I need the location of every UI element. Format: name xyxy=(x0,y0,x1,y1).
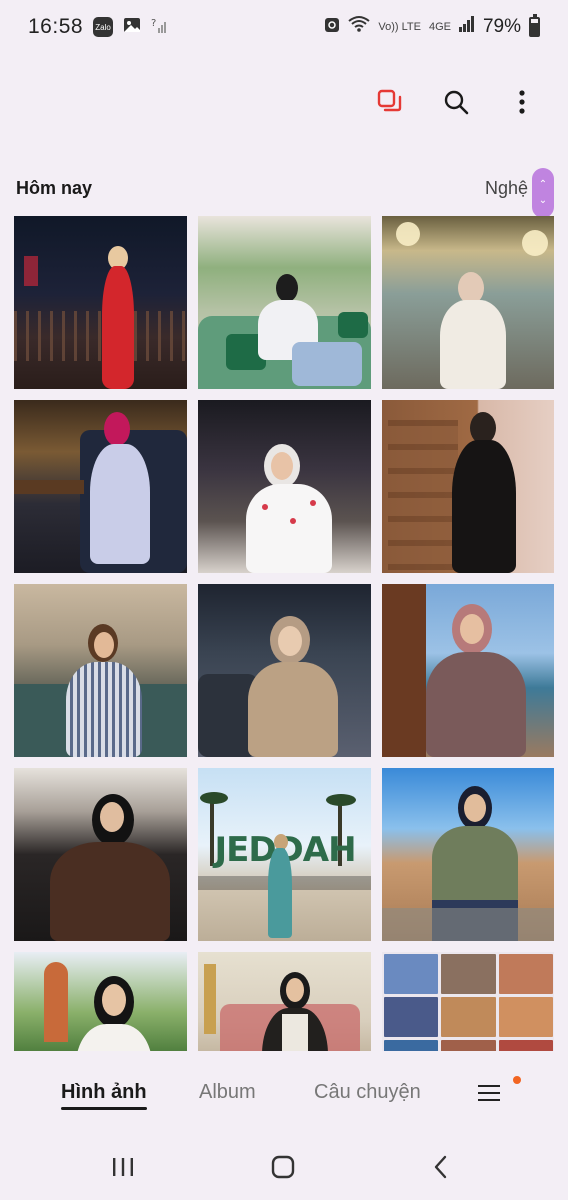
recent-apps-icon xyxy=(111,1156,135,1183)
status-left: 16:58 Zalo ? xyxy=(28,15,169,39)
hamburger-menu-icon xyxy=(478,1085,506,1101)
status-time: 16:58 xyxy=(28,15,84,38)
system-navigation-bar xyxy=(0,1140,568,1196)
photo-thumbnail[interactable] xyxy=(14,952,187,1051)
section-header: Hôm nay Nghệ A xyxy=(16,170,568,206)
status-bar: 16:58 Zalo ? Vo)) LTE 4GE 79% xyxy=(0,0,568,54)
chevron-up-icon: ⌃ xyxy=(538,179,548,190)
battery-icon xyxy=(529,14,540,37)
signal-unknown-icon: ? xyxy=(151,16,169,39)
photo-thumbnail[interactable] xyxy=(198,584,371,757)
svg-text:?: ? xyxy=(151,18,156,29)
select-button[interactable] xyxy=(374,88,406,120)
photo-thumbnail[interactable] xyxy=(14,216,187,389)
home-icon xyxy=(271,1155,295,1184)
volte-label: Vo)) LTE xyxy=(378,21,421,33)
photo-thumbnail[interactable] xyxy=(198,400,371,573)
gallery-notification-icon xyxy=(123,16,141,39)
photo-thumbnail[interactable] xyxy=(14,584,187,757)
more-options-button[interactable] xyxy=(506,88,538,120)
home-button[interactable] xyxy=(268,1154,298,1184)
menu-button[interactable] xyxy=(478,1080,506,1108)
notification-dot xyxy=(513,1076,521,1084)
tab-albums[interactable]: Album xyxy=(199,1081,256,1104)
photo-thumbnail[interactable] xyxy=(382,768,554,941)
photo-thumbnail[interactable] xyxy=(382,584,554,757)
photo-grid: JEDDAH xyxy=(14,216,554,1051)
status-right: Vo)) LTE 4GE 79% xyxy=(324,14,540,39)
photo-thumbnail[interactable] xyxy=(198,952,371,1051)
recent-apps-button[interactable] xyxy=(108,1154,138,1184)
select-icon xyxy=(377,89,403,120)
photo-thumbnail[interactable] xyxy=(14,768,187,941)
search-icon xyxy=(443,89,469,120)
section-title: Hôm nay xyxy=(16,177,93,198)
fast-scroll-handle[interactable]: ⌃ ⌄ xyxy=(532,168,554,218)
recycle-icon xyxy=(324,15,340,39)
tab-stories[interactable]: Câu chuyện xyxy=(314,1081,421,1104)
back-chevron-icon xyxy=(433,1155,449,1184)
photo-thumbnail[interactable]: JEDDAH xyxy=(198,768,371,941)
cell-signal-icon xyxy=(458,16,475,38)
zalo-icon: Zalo xyxy=(93,17,114,37)
photo-thumbnail[interactable] xyxy=(382,400,554,573)
photo-thumbnail[interactable] xyxy=(382,952,554,1051)
action-bar xyxy=(374,88,538,120)
bottom-tab-bar: Hình ảnh Album Câu chuyện xyxy=(0,1068,568,1122)
photo-thumbnail[interactable] xyxy=(382,216,554,389)
more-options-icon xyxy=(518,89,526,120)
location-label[interactable]: Nghệ A xyxy=(478,178,568,199)
back-button[interactable] xyxy=(426,1154,456,1184)
photo-thumbnail[interactable] xyxy=(198,216,371,389)
photo-thumbnail[interactable] xyxy=(14,400,187,573)
wifi-icon xyxy=(348,15,370,39)
tab-pictures[interactable]: Hình ảnh xyxy=(61,1081,147,1110)
network-label: 4GE xyxy=(428,21,451,33)
battery-percent: 79% xyxy=(482,16,521,37)
chevron-down-icon: ⌄ xyxy=(538,195,548,206)
search-button[interactable] xyxy=(440,88,472,120)
